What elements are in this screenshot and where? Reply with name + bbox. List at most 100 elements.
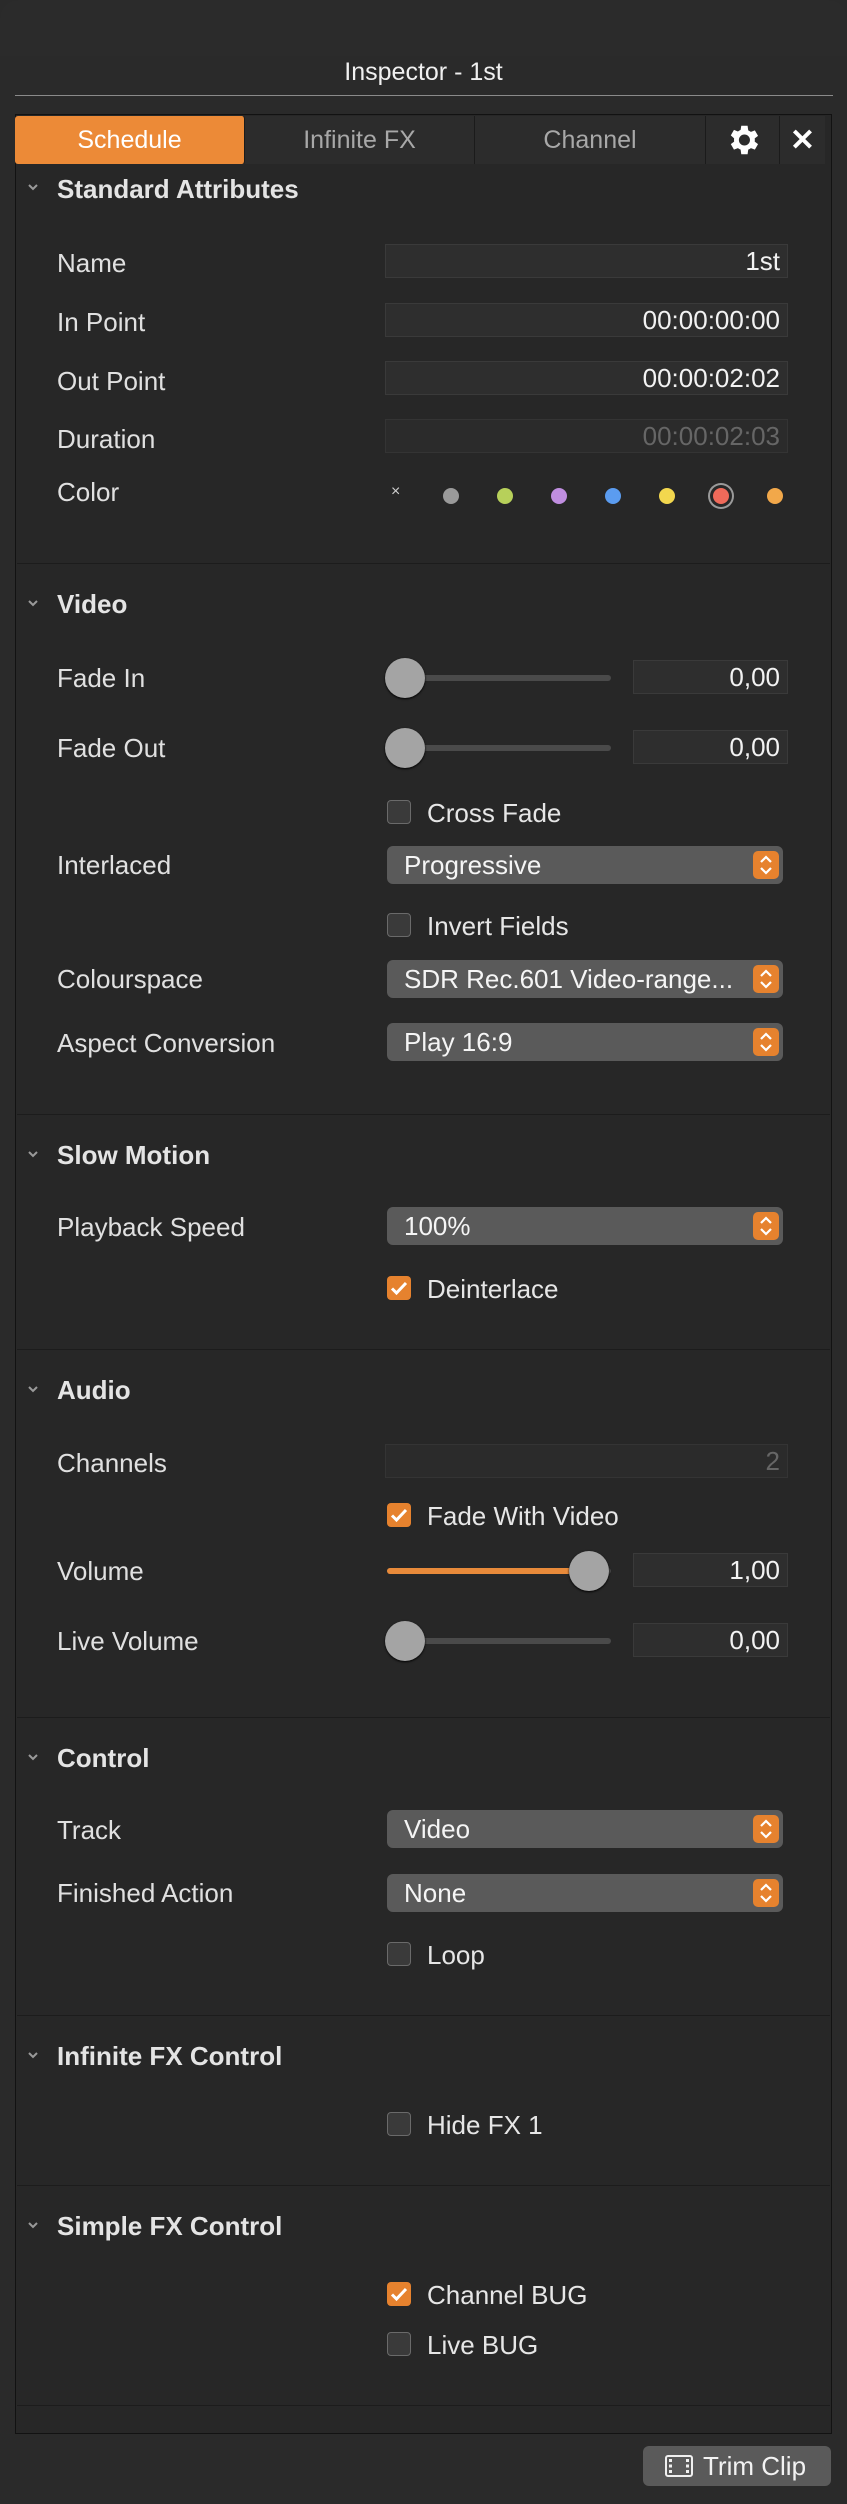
- color-swatch-green[interactable]: [497, 488, 513, 504]
- color-swatch-yellow[interactable]: [659, 488, 675, 504]
- deinterlace-checkbox[interactable]: [387, 1276, 411, 1300]
- fade-in-slider-knob[interactable]: [385, 658, 425, 698]
- live-bug-checkbox[interactable]: [387, 2332, 411, 2356]
- cross-fade-label: Cross Fade: [427, 798, 562, 828]
- window-title: Inspector - 1st: [344, 58, 503, 86]
- color-none-swatch[interactable]: ×: [391, 483, 400, 501]
- volume-field[interactable]: 1,00: [633, 1553, 788, 1587]
- channels-field: 2: [385, 1444, 788, 1478]
- color-swatch-purple[interactable]: [551, 488, 567, 504]
- out-point-field[interactable]: 00:00:02:02: [385, 361, 788, 395]
- color-swatch-red-selected[interactable]: [713, 488, 729, 504]
- cross-fade-checkbox[interactable]: [387, 800, 411, 824]
- fade-with-video-label: Fade With Video: [427, 1501, 619, 1531]
- section-title: Video: [57, 589, 128, 619]
- live-volume-label: Live Volume: [57, 1626, 199, 1656]
- aspect-conversion-select[interactable]: Play 16:9: [387, 1023, 783, 1061]
- fade-with-video-checkbox[interactable]: [387, 1503, 411, 1527]
- trim-clip-label: Trim Clip: [703, 2451, 807, 2481]
- stepper-arrows-icon: [753, 851, 779, 879]
- section-video: Video Fade In 0,00 Fade Out 0,00 Cross F…: [17, 564, 830, 1115]
- aspect-conversion-value: Play 16:9: [404, 1027, 513, 1057]
- section-title: Audio: [57, 1375, 131, 1405]
- deinterlace-label: Deinterlace: [427, 1274, 559, 1304]
- chevron-down-icon[interactable]: [27, 1148, 39, 1160]
- section-title: Standard Attributes: [57, 174, 299, 204]
- volume-slider-knob[interactable]: [569, 1551, 609, 1591]
- fade-in-label: Fade In: [57, 663, 146, 693]
- chevron-down-icon[interactable]: [27, 1383, 39, 1395]
- stepper-arrows-icon: [753, 1212, 779, 1240]
- finished-action-label: Finished Action: [57, 1878, 234, 1908]
- volume-slider-fill: [387, 1568, 587, 1574]
- playback-speed-select[interactable]: 100%: [387, 1207, 783, 1245]
- chevron-down-icon[interactable]: [27, 2219, 39, 2231]
- section-title: Infinite FX Control: [57, 2041, 283, 2071]
- loop-checkbox[interactable]: [387, 1942, 411, 1966]
- tab-channel[interactable]: Channel: [475, 116, 706, 164]
- channels-label: Channels: [57, 1448, 167, 1478]
- in-point-label: In Point: [57, 307, 146, 337]
- settings-button[interactable]: [706, 116, 780, 164]
- fade-out-label: Fade Out: [57, 733, 166, 763]
- section-simple-fx-control: Simple FX Control Channel BUG Live BUG: [17, 2186, 830, 2406]
- chevron-down-icon[interactable]: [27, 2049, 39, 2061]
- duration-label: Duration: [57, 424, 156, 454]
- track-select[interactable]: Video: [387, 1810, 783, 1848]
- colourspace-value: SDR Rec.601 Video-range...: [404, 964, 734, 994]
- finished-action-select[interactable]: None: [387, 1874, 783, 1912]
- tab-bar: Schedule Infinite FX Channel ✕: [15, 116, 833, 164]
- interlaced-select[interactable]: Progressive: [387, 846, 783, 884]
- out-point-label: Out Point: [57, 366, 166, 396]
- stepper-arrows-icon: [753, 1028, 779, 1056]
- color-label: Color: [57, 477, 120, 507]
- window-titlebar: [0, 0, 847, 56]
- channel-bug-label: Channel BUG: [427, 2280, 588, 2310]
- stepper-arrows-icon: [753, 965, 779, 993]
- chevron-down-icon[interactable]: [27, 597, 39, 609]
- section-audio: Audio Channels 2 Fade With Video Volume …: [17, 1350, 830, 1718]
- hide-fx-1-checkbox[interactable]: [387, 2112, 411, 2136]
- hide-fx-1-label: Hide FX 1: [427, 2110, 543, 2140]
- aspect-conversion-label: Aspect Conversion: [57, 1028, 276, 1058]
- section-title: Control: [57, 1743, 150, 1773]
- finished-action-value: None: [404, 1878, 467, 1908]
- invert-fields-checkbox[interactable]: [387, 913, 411, 937]
- live-volume-slider-knob[interactable]: [385, 1621, 425, 1661]
- color-swatch-blue[interactable]: [605, 488, 621, 504]
- stepper-arrows-icon: [753, 1815, 779, 1843]
- track-label: Track: [57, 1815, 122, 1845]
- close-icon: ✕: [789, 123, 816, 157]
- fade-out-field[interactable]: 0,00: [633, 730, 788, 764]
- trim-clip-button[interactable]: Trim Clip: [643, 2446, 831, 2486]
- checkmark-icon: [390, 1281, 408, 1296]
- color-swatch-orange[interactable]: [767, 488, 783, 504]
- fade-in-field[interactable]: 0,00: [633, 660, 788, 694]
- playback-speed-value: 100%: [404, 1211, 471, 1241]
- tab-schedule[interactable]: Schedule: [15, 116, 245, 164]
- section-standard-attributes: Standard Attributes Name 1st In Point 00…: [17, 164, 830, 564]
- name-field[interactable]: 1st: [385, 244, 788, 278]
- close-button[interactable]: ✕: [780, 116, 825, 164]
- playback-speed-label: Playback Speed: [57, 1212, 245, 1242]
- channel-bug-checkbox[interactable]: [387, 2282, 411, 2306]
- gear-icon: [730, 125, 758, 155]
- interlaced-label: Interlaced: [57, 850, 172, 880]
- track-value: Video: [404, 1814, 471, 1844]
- tab-infinite-fx[interactable]: Infinite FX: [245, 116, 475, 164]
- in-point-field[interactable]: 00:00:00:00: [385, 303, 788, 337]
- stepper-arrows-icon: [753, 1879, 779, 1907]
- section-control: Control Track Video Finished Action None…: [17, 1718, 830, 2016]
- live-volume-field[interactable]: 0,00: [633, 1623, 788, 1657]
- colourspace-label: Colourspace: [57, 964, 203, 994]
- loop-label: Loop: [427, 1940, 485, 1970]
- film-icon: [665, 2455, 693, 2477]
- invert-fields-label: Invert Fields: [427, 911, 569, 941]
- live-bug-label: Live BUG: [427, 2330, 539, 2360]
- chevron-down-icon[interactable]: [27, 181, 39, 193]
- fade-out-slider-knob[interactable]: [385, 728, 425, 768]
- colourspace-select[interactable]: SDR Rec.601 Video-range...: [387, 960, 783, 998]
- color-swatch-gray[interactable]: [443, 488, 459, 504]
- section-infinite-fx-control: Infinite FX Control Hide FX 1: [17, 2016, 830, 2186]
- chevron-down-icon[interactable]: [27, 1751, 39, 1763]
